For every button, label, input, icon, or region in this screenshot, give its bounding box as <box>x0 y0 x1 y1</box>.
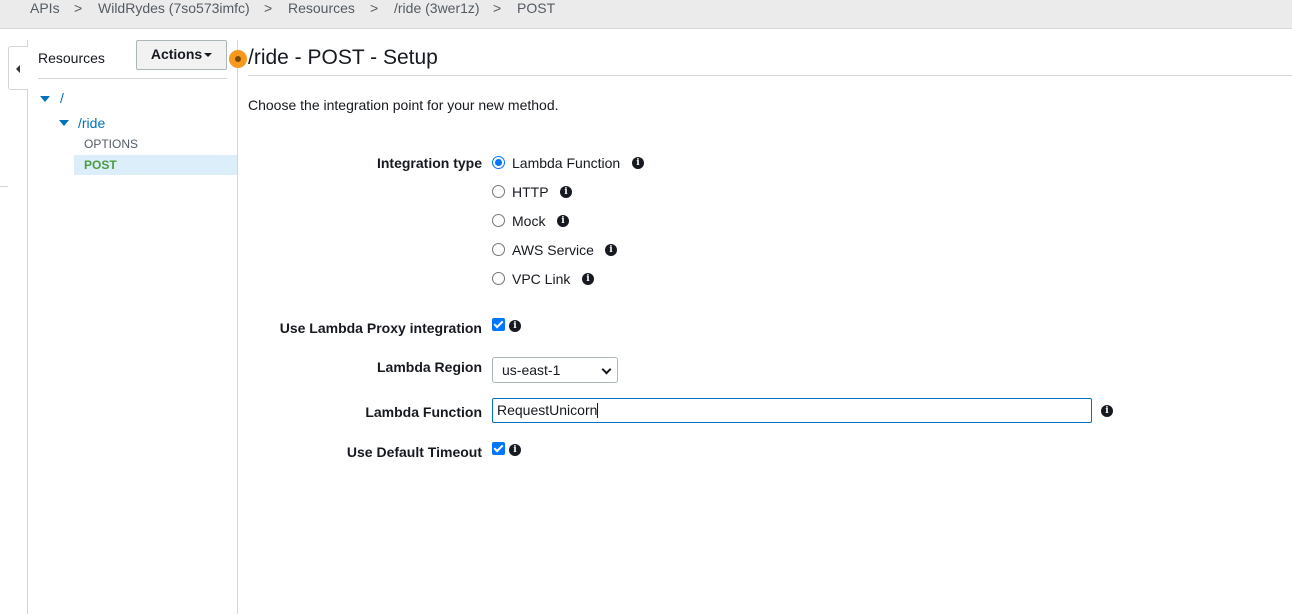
info-icon[interactable]: i <box>605 244 617 256</box>
breadcrumb-resource[interactable]: /ride (3wer1z) <box>394 0 480 18</box>
info-icon[interactable]: i <box>1101 405 1113 417</box>
breadcrumb-method: POST <box>517 0 556 16</box>
lambda-region-label: Lambda Region <box>376 359 482 375</box>
status-indicator-icon <box>229 50 247 68</box>
radio-aws-service[interactable] <box>492 243 505 256</box>
tree-method-post[interactable]: POST <box>74 155 237 175</box>
chevron-down-icon <box>601 364 612 375</box>
radio-http[interactable] <box>492 185 505 198</box>
radio-vpc-link[interactable] <box>492 272 505 285</box>
resources-panel-divider <box>237 40 238 614</box>
title-divider <box>248 75 1292 76</box>
page-title: /ride - POST - Setup <box>248 46 438 69</box>
info-icon[interactable]: i <box>557 215 569 227</box>
tree-method-options[interactable]: OPTIONS <box>84 137 138 151</box>
info-icon[interactable]: i <box>509 444 521 456</box>
actions-label: Actions <box>150 46 203 62</box>
info-icon[interactable]: i <box>560 186 572 198</box>
lambda-function-value: RequestUnicorn <box>497 402 598 418</box>
info-icon[interactable]: i <box>632 157 644 169</box>
radio-label-aws-service[interactable]: AWS Service <box>512 242 594 258</box>
info-icon[interactable]: i <box>509 320 521 332</box>
proxy-integration-checkbox[interactable] <box>492 318 505 331</box>
resources-divider <box>38 78 227 79</box>
rail-divider <box>27 40 28 614</box>
default-timeout-label: Use Default Timeout <box>346 444 482 460</box>
radio-label-http[interactable]: HTTP <box>512 184 549 200</box>
proxy-integration-label: Use Lambda Proxy integration <box>279 320 482 336</box>
rail-tick <box>0 186 8 187</box>
breadcrumb-resources[interactable]: Resources <box>288 0 355 18</box>
breadcrumb: APIs > WildRydes (7so573imfc) > Resource… <box>0 0 1292 29</box>
breadcrumb-separator: > <box>370 0 379 16</box>
breadcrumb-apis[interactable]: APIs <box>30 0 60 18</box>
resources-title: Resources <box>38 50 105 66</box>
integration-type-label: Integration type <box>376 155 482 171</box>
collapse-panel-button[interactable] <box>8 46 28 90</box>
breadcrumb-separator: > <box>74 0 83 16</box>
breadcrumb-separator: > <box>264 0 273 16</box>
lambda-region-value: us-east-1 <box>502 362 561 378</box>
caret-left-icon <box>16 65 20 73</box>
caret-down-icon <box>204 53 213 57</box>
caret-down-icon[interactable] <box>59 120 69 126</box>
tree-method-post-label: POST <box>84 158 117 172</box>
actions-button[interactable]: Actions <box>136 40 227 70</box>
radio-label-vpc-link[interactable]: VPC Link <box>512 271 570 287</box>
tree-item-root[interactable]: / <box>60 90 64 106</box>
radio-mock[interactable] <box>492 214 505 227</box>
radio-label-lambda-function[interactable]: Lambda Function <box>512 155 620 171</box>
caret-down-icon[interactable] <box>40 96 50 102</box>
radio-label-mock[interactable]: Mock <box>512 213 545 229</box>
breadcrumb-separator: > <box>493 0 502 16</box>
tree-item-ride[interactable]: /ride <box>78 115 105 131</box>
lambda-function-label: Lambda Function <box>365 404 482 420</box>
lambda-function-input[interactable]: RequestUnicorn <box>492 398 1092 423</box>
intro-text: Choose the integration point for your ne… <box>248 97 559 113</box>
breadcrumb-api-name[interactable]: WildRydes (7so573imfc) <box>98 0 250 18</box>
info-icon[interactable]: i <box>582 273 594 285</box>
radio-lambda-function[interactable] <box>492 156 505 169</box>
lambda-region-select[interactable]: us-east-1 <box>492 357 618 383</box>
default-timeout-checkbox[interactable] <box>492 442 505 455</box>
